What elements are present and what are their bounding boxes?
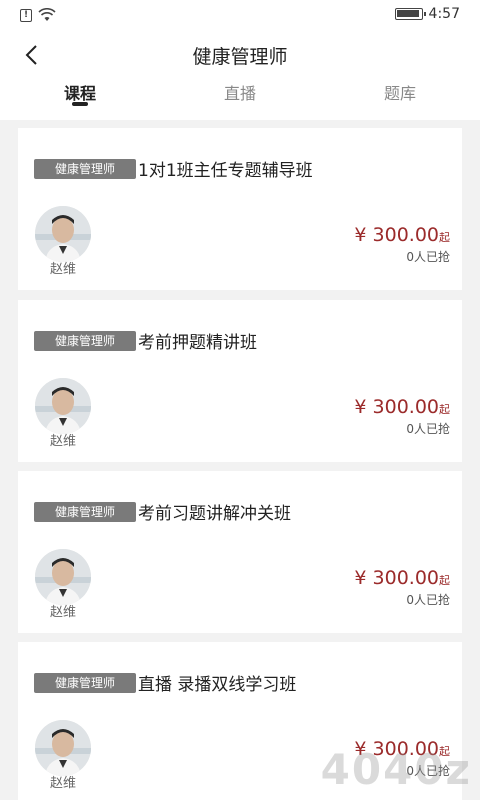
- avatar: [35, 549, 91, 605]
- category-tag: 健康管理师: [34, 673, 136, 693]
- status-bar-left: !: [20, 8, 56, 22]
- teacher-name: 赵维: [49, 776, 76, 791]
- category-tag: 健康管理师: [34, 159, 136, 179]
- teacher-name: 赵维: [49, 434, 76, 449]
- price-suffix: 起: [439, 574, 450, 587]
- watermark-logo: 4040z: [320, 745, 472, 794]
- teacher-photo: [35, 206, 91, 262]
- enrolled-count: 0人已抢: [406, 250, 450, 264]
- avatar: [35, 378, 91, 434]
- teacher-photo: [35, 378, 91, 434]
- price: ¥ 300.00起: [354, 224, 450, 246]
- page-title: 健康管理师: [192, 46, 288, 68]
- teacher-photo: [35, 720, 91, 776]
- clock: 4:57: [428, 6, 460, 22]
- price: ¥ 300.00起: [354, 567, 450, 589]
- battery-icon: [394, 8, 426, 20]
- tab-label: 题库: [383, 84, 416, 103]
- category-tag: 健康管理师: [34, 331, 136, 351]
- course-title: 1对1班主任专题辅导班: [138, 161, 313, 181]
- status-bar-right: 4:57: [394, 6, 460, 22]
- course-title: 考前押题精讲班: [138, 333, 257, 353]
- course-title: 直播 录播双线学习班: [138, 675, 297, 695]
- nav-bar: 健康管理师: [0, 30, 480, 80]
- tab-courses[interactable]: 课程: [40, 80, 120, 120]
- course-card[interactable]: 健康管理师 考前习题讲解冲关班 赵维 ¥ 300.00起 0人已抢: [18, 471, 462, 633]
- teacher-photo: [35, 549, 91, 605]
- course-title: 考前习题讲解冲关班: [138, 504, 291, 524]
- enrolled-count: 0人已抢: [406, 422, 450, 436]
- enrolled-count: 0人已抢: [406, 593, 450, 607]
- tab-live[interactable]: 直播: [200, 80, 280, 120]
- avatar: [35, 720, 91, 776]
- price-suffix: 起: [439, 403, 450, 416]
- tab-label: 直播: [223, 84, 256, 103]
- status-bar: ! 4:57: [0, 0, 480, 30]
- tab-label: 课程: [63, 84, 96, 103]
- price: ¥ 300.00起: [354, 396, 450, 418]
- teacher-name: 赵维: [49, 262, 76, 277]
- tab-active-indicator: [72, 102, 88, 106]
- price-amount: ¥ 300.00: [354, 567, 439, 589]
- avatar: [35, 206, 91, 262]
- tab-question-bank[interactable]: 题库: [360, 80, 440, 120]
- price-amount: ¥ 300.00: [354, 224, 439, 246]
- course-card[interactable]: 健康管理师 1对1班主任专题辅导班 赵维 ¥ 300.00起 0人已抢: [18, 128, 462, 290]
- course-card[interactable]: 健康管理师 考前押题精讲班 赵维 ¥ 300.00起 0人已抢: [18, 300, 462, 462]
- wifi-icon: [38, 8, 56, 21]
- teacher-name: 赵维: [49, 605, 76, 620]
- tab-bar: 课程 直播 题库: [0, 80, 480, 120]
- alert-icon: !: [20, 8, 32, 22]
- price-suffix: 起: [439, 231, 450, 244]
- category-tag: 健康管理师: [34, 502, 136, 522]
- price-amount: ¥ 300.00: [354, 396, 439, 418]
